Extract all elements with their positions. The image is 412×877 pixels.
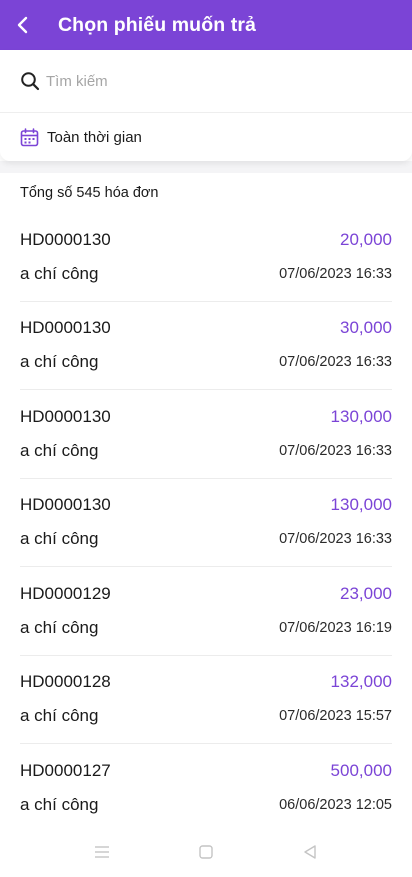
- customer-name: a chí công: [20, 795, 99, 815]
- invoice-row[interactable]: HD0000130 130,000 a chí công 07/06/2023 …: [20, 479, 392, 567]
- home-button[interactable]: [194, 840, 218, 864]
- customer-name: a chí công: [20, 617, 99, 637]
- chevron-left-icon: [17, 16, 28, 34]
- invoice-amount: 30,000: [340, 318, 392, 338]
- invoice-amount: 132,000: [330, 672, 392, 692]
- app-header: Chọn phiếu muốn trả: [0, 0, 412, 50]
- invoice-code: HD0000127: [20, 761, 111, 781]
- invoice-amount: 130,000: [330, 495, 392, 515]
- filter-panel: Toàn thời gian: [0, 50, 412, 161]
- customer-name: a chí công: [20, 352, 99, 372]
- date-filter[interactable]: Toàn thời gian: [0, 113, 412, 161]
- calendar-icon: [20, 127, 39, 146]
- invoice-amount: 500,000: [330, 761, 392, 781]
- invoice-datetime: 07/06/2023 16:33: [279, 354, 392, 371]
- triangle-back-icon: [304, 845, 316, 859]
- invoice-code: HD0000129: [20, 583, 111, 603]
- customer-name: a chí công: [20, 529, 99, 549]
- invoice-list: HD0000130 20,000 a chí công 07/06/2023 1…: [0, 213, 412, 833]
- invoice-datetime: 07/06/2023 15:57: [279, 708, 392, 725]
- customer-name: a chí công: [20, 263, 99, 283]
- invoice-row[interactable]: HD0000129 23,000 a chí công 07/06/2023 1…: [20, 567, 392, 656]
- invoice-datetime: 07/06/2023 16:33: [279, 442, 392, 459]
- invoice-row[interactable]: HD0000130 30,000 a chí công 07/06/2023 1…: [20, 302, 392, 390]
- invoice-code: HD0000130: [20, 229, 111, 249]
- invoice-datetime: 07/06/2023 16:33: [279, 531, 392, 548]
- invoice-code: HD0000128: [20, 672, 111, 692]
- square-home-icon: [199, 845, 213, 859]
- invoice-row[interactable]: HD0000130 20,000 a chí công 07/06/2023 1…: [20, 213, 392, 302]
- search-input[interactable]: [46, 72, 366, 90]
- invoice-row[interactable]: HD0000127 500,000 a chí công 06/06/2023 …: [20, 744, 392, 833]
- system-nav-bar: [0, 827, 412, 877]
- invoice-code: HD0000130: [20, 495, 111, 515]
- invoice-row[interactable]: HD0000128 132,000 a chí công 07/06/2023 …: [20, 656, 392, 744]
- back-button[interactable]: [16, 10, 46, 40]
- invoice-datetime: 06/06/2023 12:05: [279, 797, 392, 814]
- customer-name: a chí công: [20, 706, 99, 726]
- section-divider: [0, 161, 412, 173]
- invoice-code: HD0000130: [20, 318, 111, 338]
- search-bar[interactable]: [0, 50, 412, 113]
- invoice-amount: 130,000: [330, 406, 392, 426]
- recent-apps-button[interactable]: [90, 840, 114, 864]
- page-title: Chọn phiếu muốn trả: [58, 13, 256, 36]
- search-icon: [21, 72, 40, 91]
- invoice-row[interactable]: HD0000130 130,000 a chí công 07/06/2023 …: [20, 390, 392, 479]
- invoice-count: Tổng số 545 hóa đơn: [20, 185, 159, 201]
- date-filter-label: Toàn thời gian: [47, 128, 142, 146]
- invoice-datetime: 07/06/2023 16:19: [279, 619, 392, 636]
- invoice-datetime: 07/06/2023 16:33: [279, 265, 392, 282]
- screen: Chọn phiếu muốn trả Toàn thời gian: [0, 0, 412, 877]
- menu-icon: [95, 846, 109, 858]
- customer-name: a chí công: [20, 440, 99, 460]
- invoice-amount: 20,000: [340, 229, 392, 249]
- invoice-amount: 23,000: [340, 583, 392, 603]
- invoice-code: HD0000130: [20, 406, 111, 426]
- system-back-button[interactable]: [298, 840, 322, 864]
